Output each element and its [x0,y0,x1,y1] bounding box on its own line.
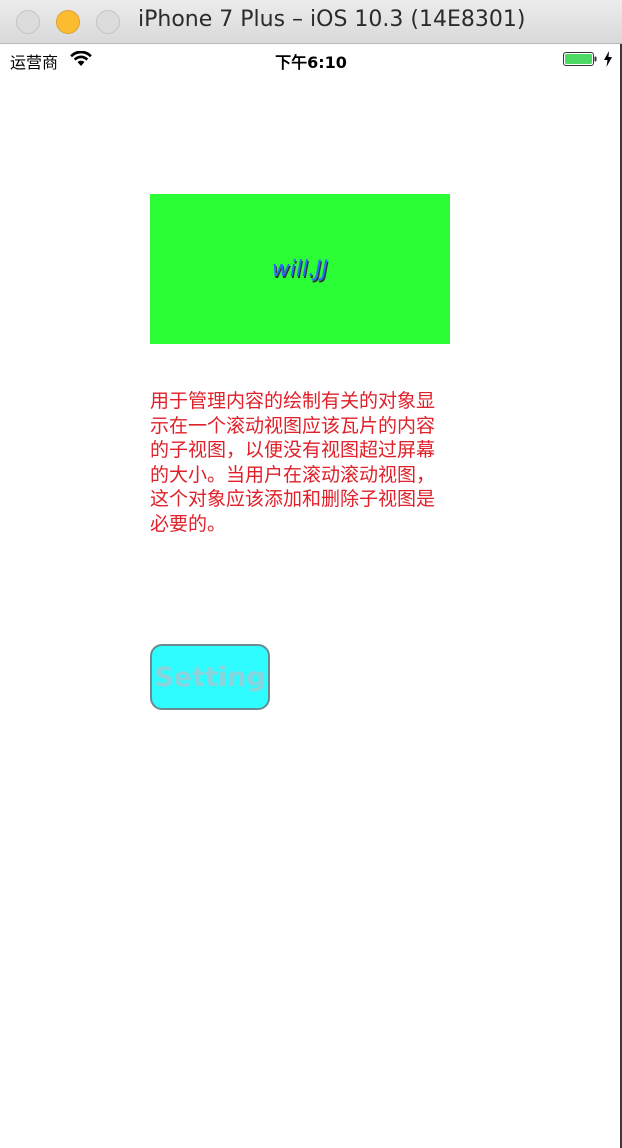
zoom-window-button[interactable] [96,10,120,34]
charging-bolt-icon [604,51,612,67]
battery-icon [563,52,597,66]
simulator-window: iPhone 7 Plus – iOS 10.3 (14E8301) 运营商 下… [0,0,622,1148]
window-title: iPhone 7 Plus – iOS 10.3 (14E8301) [138,7,526,32]
setting-button[interactable]: Setting [150,644,270,710]
description-text: 用于管理内容的绘制有关的对象显示在一个滚动视图应该瓦片的内容的子视图，以便没有视… [150,390,436,535]
green-content-view: will.JJ [150,194,450,344]
title-bar: iPhone 7 Plus – iOS 10.3 (14E8301) [0,0,622,44]
close-window-button[interactable] [16,10,40,34]
will-jj-label: will.JJ [271,256,329,282]
status-time: 下午6:10 [275,53,347,72]
minimize-window-button[interactable] [56,10,80,34]
ios-status-bar: 运营商 下午6:10 [0,45,622,75]
